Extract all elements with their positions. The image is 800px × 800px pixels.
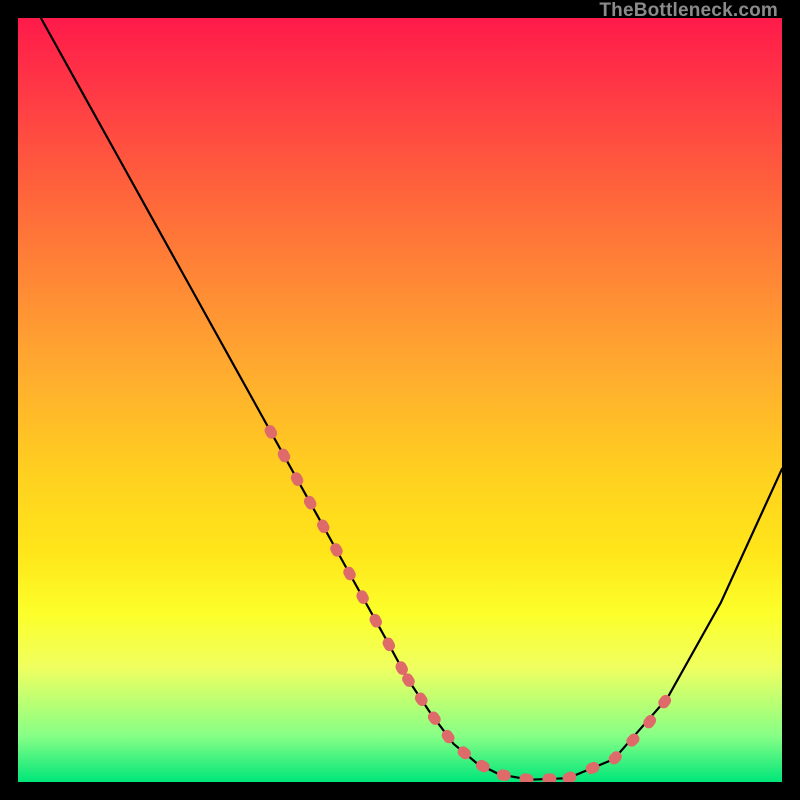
chart-container: TheBottleneck.com — [0, 0, 800, 800]
main-curve-path — [41, 18, 782, 780]
dotted-overlay-bottom — [408, 679, 568, 780]
dotted-overlay-right — [568, 698, 667, 778]
curve-layer — [18, 18, 782, 782]
plot-area — [18, 18, 782, 782]
